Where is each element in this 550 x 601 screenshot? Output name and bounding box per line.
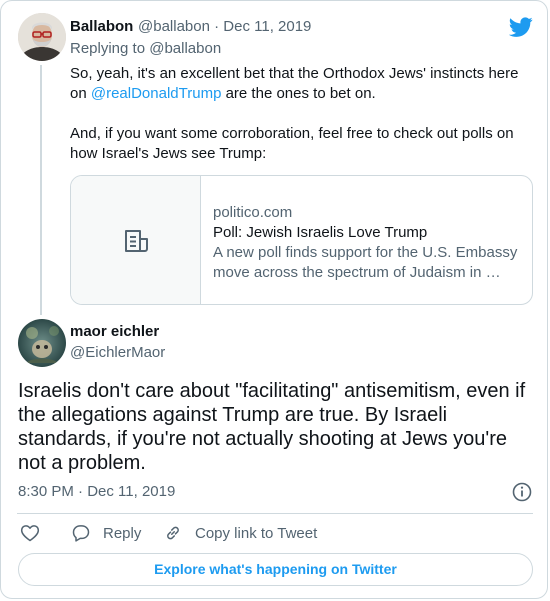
- info-icon[interactable]: [511, 481, 533, 503]
- author-name[interactable]: Ballabon: [70, 18, 133, 35]
- tweet-text: Israelis don't care about "facilitating"…: [18, 380, 526, 474]
- twitter-bird-icon[interactable]: [509, 15, 533, 39]
- parent-tweet-text: So, yeah, it's an excellent bet that the…: [70, 64, 525, 164]
- link-thumbnail: [71, 176, 201, 304]
- link-preview-body: politico.com Poll: Jewish Israelis Love …: [213, 203, 518, 283]
- link-domain: politico.com: [213, 204, 293, 221]
- copy-link-button[interactable]: Copy link to Tweet: [163, 523, 317, 543]
- tweet-embed-card: Ballabon @ballabon · Dec 11, 2019 Replyi…: [0, 0, 548, 599]
- mention-link[interactable]: @realDonaldTrump: [91, 85, 222, 102]
- reply-label: Reply: [103, 524, 142, 542]
- like-button[interactable]: [20, 523, 52, 543]
- avatar[interactable]: [18, 13, 66, 61]
- link-preview-card[interactable]: politico.com Poll: Jewish Israelis Love …: [70, 175, 533, 305]
- reply-button[interactable]: Reply: [71, 523, 141, 543]
- tweet-text-paragraph: And, if you want some corroboration, fee…: [70, 125, 514, 162]
- link-title: Poll: Jewish Israelis Love Trump: [213, 224, 428, 241]
- divider: [17, 513, 533, 514]
- document-icon: [125, 230, 148, 252]
- copy-link-label: Copy link to Tweet: [195, 524, 318, 542]
- reply-bubble-icon: [72, 525, 90, 542]
- tweet-timestamp[interactable]: 8:30 PM · Dec 11, 2019: [18, 483, 175, 500]
- replying-to-label: Replying to @ballabon: [70, 40, 222, 57]
- explore-twitter-button[interactable]: Explore what's happening on Twitter: [18, 553, 533, 586]
- avatar[interactable]: [18, 319, 66, 367]
- link-icon: [167, 526, 179, 540]
- thread-connector-line: [40, 65, 42, 315]
- author-handle-and-date[interactable]: @ballabon · Dec 11, 2019: [138, 18, 311, 35]
- author-handle[interactable]: @EichlerMaor: [70, 344, 165, 361]
- tweet-text-segment: are the ones to bet on.: [221, 85, 376, 102]
- author-name[interactable]: maor eichler: [70, 323, 159, 340]
- heart-icon: [20, 525, 40, 542]
- link-description: A new poll finds support for the U.S. Em…: [213, 244, 518, 281]
